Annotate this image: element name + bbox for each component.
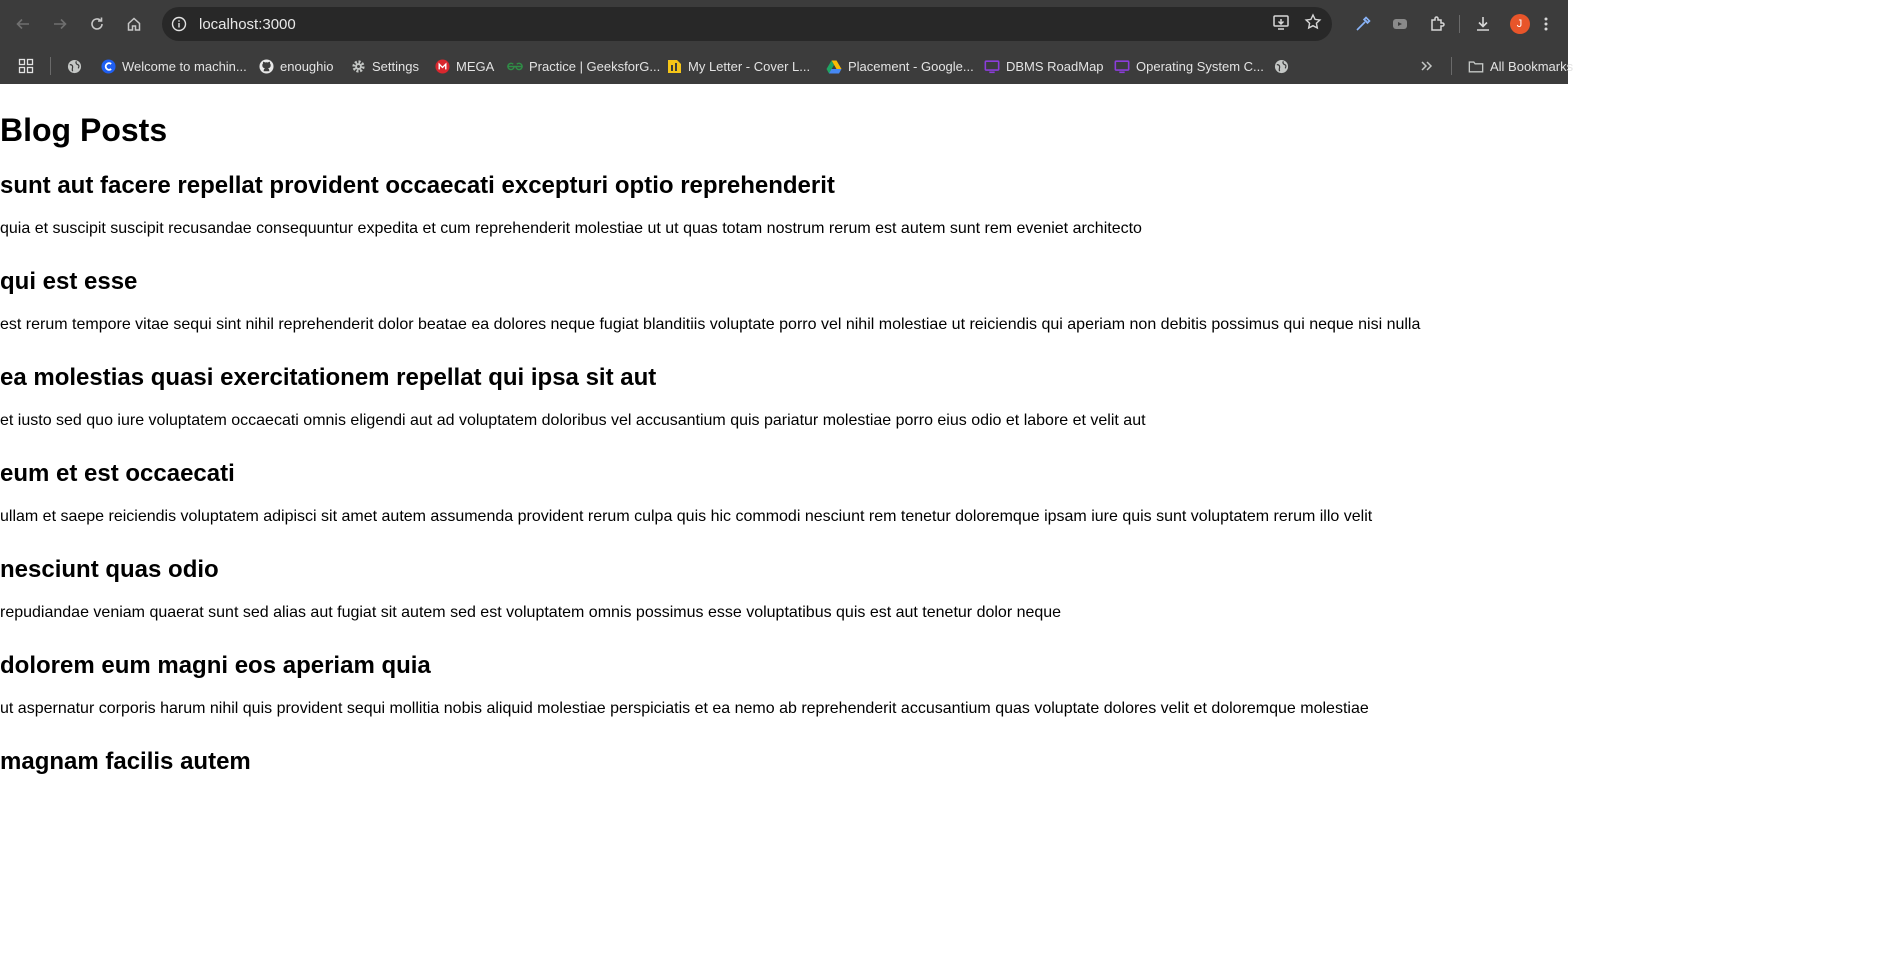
browser-toolbar: localhost:3000 J <box>0 0 1568 48</box>
media-icon <box>1392 19 1407 29</box>
bookmark-mega[interactable]: MEGA <box>434 57 494 75</box>
puzzle-icon <box>1430 16 1445 31</box>
profile-button[interactable]: J <box>1501 0 1538 48</box>
arrow-right-icon <box>54 18 67 30</box>
bookmark-welcome[interactable]: Welcome to machin... <box>100 57 247 75</box>
bookmark-label: MEGA <box>456 58 495 74</box>
bookmarks-divider <box>50 57 51 75</box>
post-body: ut aspernatur corporis harum nihil quis … <box>0 700 1369 717</box>
bookmark-my-letter[interactable]: My Letter - Cover L... <box>666 57 810 75</box>
post-title: eum et est occaecati <box>0 460 235 487</box>
bookmark-label: enoughio <box>280 58 334 74</box>
blog-post: nesciunt quas odio repudiandae veniam qu… <box>0 556 1568 623</box>
toolbar-actions: J <box>1344 0 1554 48</box>
bookmark-geeksforgeeks[interactable]: Practice | GeeksforG... <box>507 57 660 75</box>
double-chevron-right-icon <box>1421 61 1433 71</box>
url-text[interactable]: localhost:3000 <box>199 16 296 33</box>
post-body: quia et suscipit suscipit recusandae con… <box>0 220 1142 237</box>
home-button[interactable] <box>116 6 152 42</box>
eyedropper-extension-button[interactable] <box>1344 0 1381 48</box>
blog-post: ea molestias quasi exercitationem repell… <box>0 364 1568 431</box>
bookmark-label: Operating System C... <box>1136 58 1264 74</box>
monitor-icon <box>984 58 1000 74</box>
mega-icon <box>434 58 450 74</box>
gfg-icon <box>507 58 523 74</box>
home-icon <box>127 17 141 31</box>
post-title: nesciunt quas odio <box>0 556 219 583</box>
bookmark-enoughio[interactable]: enoughio <box>258 57 334 75</box>
forward-button[interactable] <box>42 6 78 42</box>
drive-icon <box>826 58 842 74</box>
post-title: sunt aut facere repellat provident occae… <box>0 172 835 199</box>
extensions-button[interactable] <box>1418 0 1455 48</box>
blog-post: eum et est occaecati ullam et saepe reic… <box>0 460 1568 527</box>
bookmark-label: DBMS RoadMap <box>1006 58 1104 74</box>
document-icon <box>666 58 682 74</box>
page-title: Blog Posts <box>0 112 168 148</box>
toolbar-divider <box>1459 15 1460 33</box>
monitor-icon <box>1114 58 1130 74</box>
c-logo-icon <box>100 58 116 74</box>
gear-icon <box>350 58 366 74</box>
post-body: et iusto sed quo iure voluptatem occaeca… <box>0 412 1146 429</box>
page-content: Blog Posts sunt aut facere repellat prov… <box>0 112 1568 776</box>
downloads-button[interactable] <box>1464 0 1501 48</box>
bookmark-operating-system[interactable]: Operating System C... <box>1114 57 1264 75</box>
all-bookmarks-button[interactable]: All Bookmarks <box>1468 57 1573 75</box>
kebab-menu-icon <box>1544 17 1548 31</box>
back-button[interactable] <box>5 6 41 42</box>
post-body: repudiandae veniam quaerat sunt sed alia… <box>0 604 1062 621</box>
blog-post: dolorem eum magni eos aperiam quia ut as… <box>0 652 1568 719</box>
globe-icon <box>1273 58 1289 74</box>
folder-icon <box>1468 58 1484 74</box>
post-title: qui est esse <box>0 268 138 295</box>
post-body: ullam et saepe reiciendis voluptatem adi… <box>0 508 1373 525</box>
blog-post: qui est esse est rerum tempore vitae seq… <box>0 268 1568 335</box>
avatar: J <box>1509 14 1530 34</box>
bookmark-globe-1[interactable] <box>66 57 82 75</box>
arrow-left-icon <box>16 18 29 30</box>
install-app-icon[interactable] <box>1272 13 1290 36</box>
bookmark-star-icon[interactable] <box>1304 12 1322 36</box>
globe-icon <box>66 58 82 74</box>
info-icon <box>171 16 187 32</box>
apps-button[interactable] <box>18 57 34 75</box>
all-bookmarks-label: All Bookmarks <box>1490 58 1574 74</box>
bookmark-label: Placement - Google... <box>848 58 974 74</box>
media-extension-button[interactable] <box>1381 0 1418 48</box>
browser-chrome: localhost:3000 J Welcome to machin... en… <box>0 0 1573 84</box>
bookmark-label: Practice | GeeksforG... <box>529 58 661 74</box>
reload-icon <box>91 17 103 30</box>
post-title: magnam facilis autem <box>0 748 251 775</box>
address-bar[interactable]: localhost:3000 <box>162 7 1332 41</box>
apps-grid-icon <box>18 58 34 74</box>
blog-post: sunt aut facere repellat provident occae… <box>0 172 1568 239</box>
bookmarks-divider <box>1451 57 1452 75</box>
bookmark-placement[interactable]: Placement - Google... <box>826 57 974 75</box>
site-info-button[interactable] <box>165 10 193 38</box>
bookmark-settings[interactable]: Settings <box>350 57 419 75</box>
blog-post: magnam facilis autem <box>0 748 1568 776</box>
post-title: dolorem eum magni eos aperiam quia <box>0 652 431 679</box>
reload-button[interactable] <box>79 6 115 42</box>
more-bookmarks-button[interactable] <box>1420 57 1434 75</box>
post-body: est rerum tempore vitae sequi sint nihil… <box>0 316 1421 333</box>
bookmarks-bar: Welcome to machin... enoughio Settings M… <box>0 48 1573 84</box>
bookmark-label: Welcome to machin... <box>122 58 247 74</box>
github-icon <box>258 58 274 74</box>
bookmark-label: My Letter - Cover L... <box>688 58 811 74</box>
eyedropper-icon <box>1355 16 1371 31</box>
post-title: ea molestias quasi exercitationem repell… <box>0 364 657 391</box>
menu-button[interactable] <box>1538 0 1554 48</box>
bookmark-label: Settings <box>372 58 419 74</box>
bookmark-globe-2[interactable] <box>1273 57 1289 75</box>
download-icon <box>1476 17 1489 31</box>
bookmark-dbms-roadmap[interactable]: DBMS RoadMap <box>984 57 1104 75</box>
